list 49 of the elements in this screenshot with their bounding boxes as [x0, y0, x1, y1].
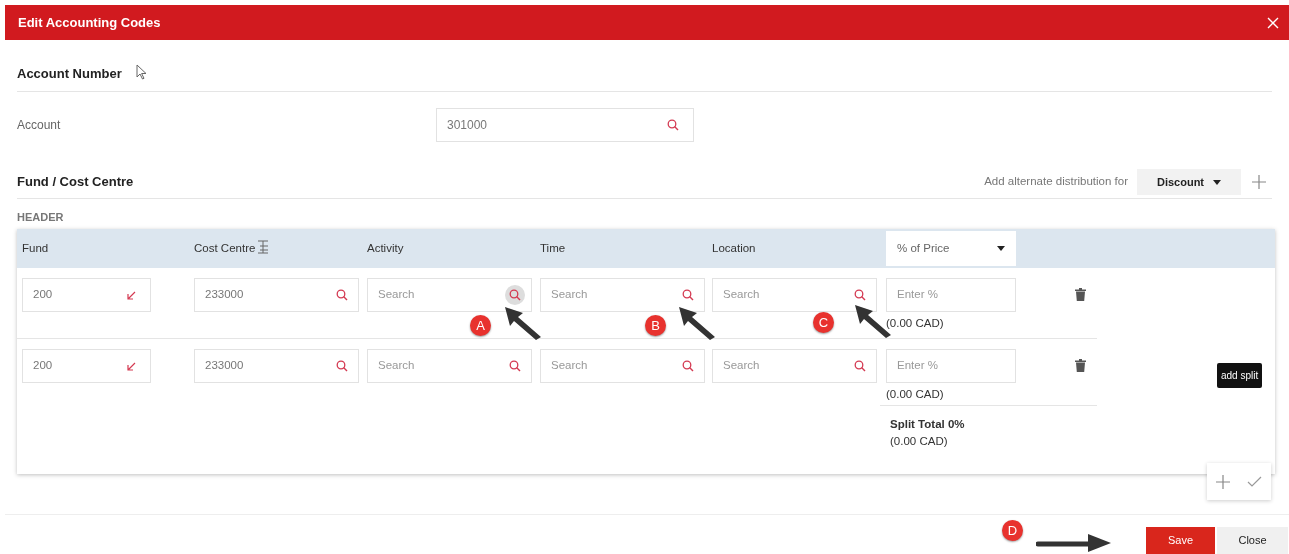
- column-header: Fund: [22, 240, 49, 256]
- distribution-label: Add alternate distribution for: [984, 174, 1128, 190]
- search-field[interactable]: Search: [712, 349, 877, 383]
- column-header: Location: [712, 240, 756, 256]
- pointer-arrow-icon: [677, 305, 717, 341]
- hierarchy-icon[interactable]: [257, 239, 270, 254]
- field-label: Account: [17, 117, 62, 134]
- section-heading: Account Number: [17, 64, 122, 83]
- column-header: Activity: [367, 240, 404, 256]
- annotation-badge: D: [1002, 520, 1023, 541]
- pointer-arrow-icon: [503, 305, 543, 341]
- header-label: HEADER: [17, 210, 64, 225]
- mouse-cursor-icon: [135, 64, 148, 80]
- distribution-dropdown[interactable]: Discount: [1137, 169, 1241, 195]
- annotation-badge: A: [470, 315, 491, 336]
- trash-icon[interactable]: [1075, 288, 1086, 301]
- search-icon[interactable]: [505, 285, 525, 305]
- close-icon[interactable]: [1267, 16, 1279, 29]
- dialog-title: Edit Accounting Codes: [18, 13, 161, 32]
- amount-text: (0.00 CAD): [886, 387, 944, 402]
- fund-field[interactable]: 200: [22, 349, 151, 383]
- search-field[interactable]: 233000: [194, 349, 359, 383]
- amount-text: (0.00 CAD): [886, 316, 944, 331]
- save-button[interactable]: Save: [1146, 527, 1215, 554]
- column-header: Cost Centre: [194, 241, 256, 257]
- search-field[interactable]: Search: [367, 349, 532, 383]
- close-button[interactable]: Close: [1217, 527, 1288, 554]
- split-total-amount: (0.00 CAD): [890, 434, 948, 450]
- split-total-label: Split Total 0%: [890, 417, 965, 432]
- caret-icon: [1213, 179, 1222, 185]
- search-field[interactable]: Search: [712, 278, 877, 312]
- arrow-icon: [1036, 532, 1112, 554]
- search-field[interactable]: Search: [540, 349, 705, 383]
- amount-type-dropdown[interactable]: % of Price: [886, 231, 1016, 266]
- check-icon[interactable]: [1247, 475, 1263, 488]
- account-field[interactable]: 301000: [436, 108, 694, 142]
- annotation-badge: B: [645, 315, 666, 336]
- percent-field[interactable]: Enter %: [886, 349, 1016, 383]
- fund-field[interactable]: 200: [22, 278, 151, 312]
- search-field[interactable]: 233000: [194, 278, 359, 312]
- percent-field[interactable]: Enter %: [886, 278, 1016, 312]
- search-field[interactable]: Search: [367, 278, 532, 312]
- tooltip: add split: [1217, 363, 1263, 388]
- caret-icon: [997, 246, 1005, 251]
- column-header: Time: [540, 240, 566, 256]
- annotation-badge: C: [813, 312, 834, 333]
- trash-icon[interactable]: [1075, 359, 1086, 372]
- search-field[interactable]: Search: [540, 278, 705, 312]
- section-heading: Fund / Cost Centre: [17, 173, 134, 192]
